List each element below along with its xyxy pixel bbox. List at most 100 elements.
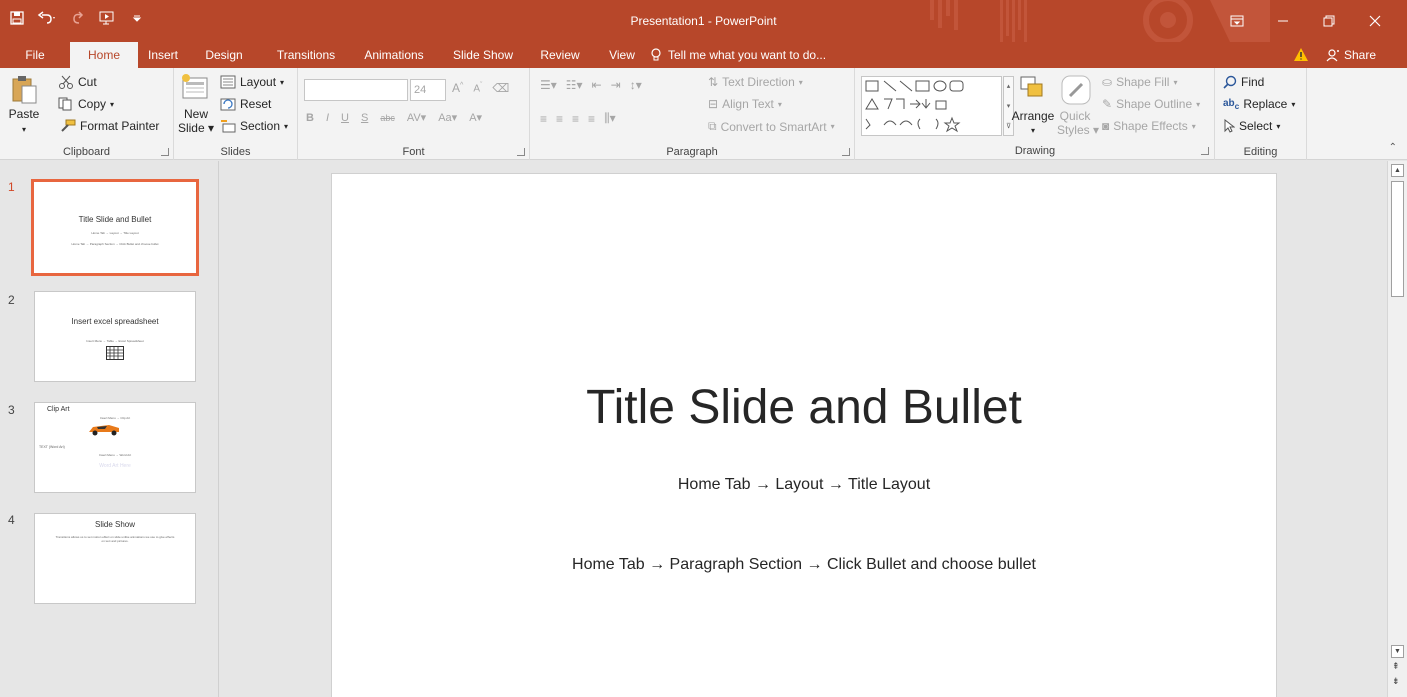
reset-button[interactable]: Reset xyxy=(220,97,271,111)
find-button[interactable]: Find xyxy=(1223,75,1264,89)
thumb-title: Title Slide and Bullet xyxy=(78,215,152,224)
new-slide-dropdown[interactable]: Slide ▾ xyxy=(176,122,216,135)
section-button[interactable]: Section ▾ xyxy=(220,119,288,133)
select-button[interactable]: Select ▾ xyxy=(1223,119,1280,133)
copy-button[interactable]: Copy ▾ xyxy=(58,97,114,111)
shape-fill-button[interactable]: ⛀ Shape Fill ▾ xyxy=(1102,75,1177,89)
strikethrough-icon[interactable]: abc xyxy=(380,113,395,123)
collapse-ribbon-icon[interactable]: ⌃ xyxy=(1389,142,1397,153)
current-slide[interactable]: Title Slide and Bullet Home Tab → Layout… xyxy=(331,173,1277,697)
slide-thumbnail-1[interactable]: Title Slide and Bullet Home Tab → Layout… xyxy=(31,179,199,276)
columns-icon[interactable]: ⫼▾ xyxy=(604,111,616,126)
clipboard-group: Paste ▾ Cut Copy ▾ Format Painter Clipbo… xyxy=(0,68,174,160)
grow-font-icon[interactable]: A^ xyxy=(452,81,463,95)
paste-dropdown-icon[interactable]: ▾ xyxy=(4,123,44,136)
shrink-font-icon[interactable]: Aˇ xyxy=(473,82,482,94)
tell-me-box[interactable]: Tell me what you want to do... xyxy=(650,42,826,68)
align-right-icon[interactable]: ≡ xyxy=(572,112,579,126)
tab-review[interactable]: Review xyxy=(537,42,583,68)
align-center-icon[interactable]: ≡ xyxy=(556,112,563,126)
minimize-icon[interactable] xyxy=(1260,0,1306,42)
shadow-icon[interactable]: S xyxy=(361,112,368,124)
tab-file[interactable]: File xyxy=(18,42,52,68)
tab-insert[interactable]: Insert xyxy=(143,42,183,68)
close-icon[interactable] xyxy=(1352,0,1398,42)
italic-icon[interactable]: I xyxy=(326,112,329,124)
tab-design[interactable]: Design xyxy=(201,42,247,68)
drawing-launcher-icon[interactable] xyxy=(1201,147,1209,155)
slide-thumbnail-4[interactable]: Slide Show Transitions allows us to set … xyxy=(34,513,196,604)
font-color-icon[interactable]: A▾ xyxy=(469,111,482,124)
bullets-icon[interactable]: ☰▾ xyxy=(540,78,557,92)
format-painter-button[interactable]: Format Painter xyxy=(58,119,159,133)
shape-outline-button[interactable]: ✎ Shape Outline ▾ xyxy=(1102,97,1200,111)
shapes-gallery[interactable] xyxy=(861,76,1002,136)
ribbon-home: Paste ▾ Cut Copy ▾ Format Painter Clipbo… xyxy=(0,68,1407,160)
clipboard-launcher-icon[interactable] xyxy=(161,148,169,156)
quick-styles-dropdown[interactable]: Styles ▾ xyxy=(1055,124,1101,137)
align-text-button[interactable]: ⊟ Align Text ▾ xyxy=(708,97,782,111)
vertical-scrollbar[interactable]: ▲ ▼ ⇞ ⇟ xyxy=(1387,161,1407,697)
convert-smartart-button[interactable]: ⧉ Convert to SmartArt ▾ xyxy=(708,119,835,134)
shape-effects-button[interactable]: ◙ Shape Effects ▾ xyxy=(1102,119,1196,133)
decrease-indent-icon[interactable]: ⇤ xyxy=(592,78,602,92)
arrange-icon[interactable] xyxy=(1018,74,1048,104)
next-slide-icon[interactable]: ⇟ xyxy=(1392,676,1400,687)
layout-button[interactable]: Layout ▾ xyxy=(220,75,284,89)
convert-smartart-label: Convert to SmartArt xyxy=(720,119,827,134)
ribbon-tabs: File Home Insert Design Transitions Anim… xyxy=(0,42,1407,68)
lightbulb-icon xyxy=(651,48,661,61)
slide-thumbnail-3[interactable]: Clip Art Insert Menu → Clip Art TEXT (Wo… xyxy=(34,402,196,493)
scroll-thumb[interactable] xyxy=(1391,181,1404,297)
tab-home[interactable]: Home xyxy=(70,42,138,68)
slide-text-line-1[interactable]: Home Tab → Layout → Title Layout xyxy=(332,476,1276,494)
line-spacing-icon[interactable]: ↕▾ xyxy=(630,78,642,92)
previous-slide-icon[interactable]: ⇞ xyxy=(1392,661,1400,672)
powerpoint-window: Presentation1 - PowerPoint File Home Ins… xyxy=(0,0,1407,697)
ribbon-display-options-icon[interactable] xyxy=(1214,0,1260,42)
font-name-combo[interactable] xyxy=(304,79,408,101)
new-slide-icon[interactable] xyxy=(180,74,212,104)
new-slide-button[interactable]: New xyxy=(176,108,216,121)
copy-dropdown-icon[interactable]: ▾ xyxy=(110,100,114,109)
tab-view[interactable]: View xyxy=(604,42,640,68)
numbering-icon[interactable]: ☷▾ xyxy=(566,78,583,92)
slide-editor: Title Slide and Bullet Home Tab → Layout… xyxy=(220,161,1387,697)
search-icon xyxy=(1223,75,1237,89)
paragraph-launcher-icon[interactable] xyxy=(842,148,850,156)
scroll-down-icon[interactable]: ▼ xyxy=(1391,645,1404,658)
warning-icon[interactable] xyxy=(1293,47,1309,62)
cut-button[interactable]: Cut xyxy=(58,75,97,89)
font-size-combo[interactable]: 24 xyxy=(410,79,446,101)
arrange-dropdown-icon[interactable]: ▾ xyxy=(1011,124,1055,137)
slide-title[interactable]: Title Slide and Bullet xyxy=(332,380,1276,435)
tab-transitions[interactable]: Transitions xyxy=(268,42,344,68)
change-case-icon[interactable]: Aa▾ xyxy=(438,111,457,124)
character-spacing-icon[interactable]: AV▾ xyxy=(407,111,426,124)
arrange-button[interactable]: Arrange xyxy=(1011,110,1055,123)
increase-indent-icon[interactable]: ⇥ xyxy=(611,78,621,92)
tab-animations[interactable]: Animations xyxy=(356,42,432,68)
align-left-icon[interactable]: ≡ xyxy=(540,112,547,126)
restore-icon[interactable] xyxy=(1306,0,1352,42)
styles-label: Styles xyxy=(1056,123,1090,137)
slides-group: New Slide ▾ Layout ▾ Reset Section ▾ Slide… xyxy=(174,68,298,160)
paragraph-align-buttons: ≡ ≡ ≡ ≡ ⫼▾ xyxy=(540,111,616,126)
underline-icon[interactable]: U xyxy=(341,112,349,124)
font-launcher-icon[interactable] xyxy=(517,148,525,156)
slide-text-line-2[interactable]: Home Tab → Paragraph Section → Click Bul… xyxy=(332,556,1276,574)
justify-icon[interactable]: ≡ xyxy=(588,112,595,126)
quick-styles-button[interactable]: Quick xyxy=(1055,110,1095,123)
paste-button[interactable]: Paste xyxy=(4,108,44,121)
replace-button[interactable]: abc Replace ▾ xyxy=(1223,97,1295,111)
scroll-up-icon[interactable]: ▲ xyxy=(1391,164,1404,177)
clear-formatting-icon[interactable]: ⌫ xyxy=(492,81,509,95)
slide-thumbnail-2[interactable]: Insert excel spreadsheet Insert Menu → T… xyxy=(34,291,196,382)
slide-number: 2 xyxy=(8,293,15,307)
text-direction-button[interactable]: ⇅ Text Direction ▾ xyxy=(708,75,803,89)
tab-slide-show[interactable]: Slide Show xyxy=(447,42,519,68)
quick-styles-icon[interactable] xyxy=(1060,74,1092,108)
share-button[interactable]: Share xyxy=(1320,42,1382,68)
font-format-buttons: B I U S abc AV▾ Aa▾ A▾ xyxy=(306,111,482,125)
bold-icon[interactable]: B xyxy=(306,112,314,124)
